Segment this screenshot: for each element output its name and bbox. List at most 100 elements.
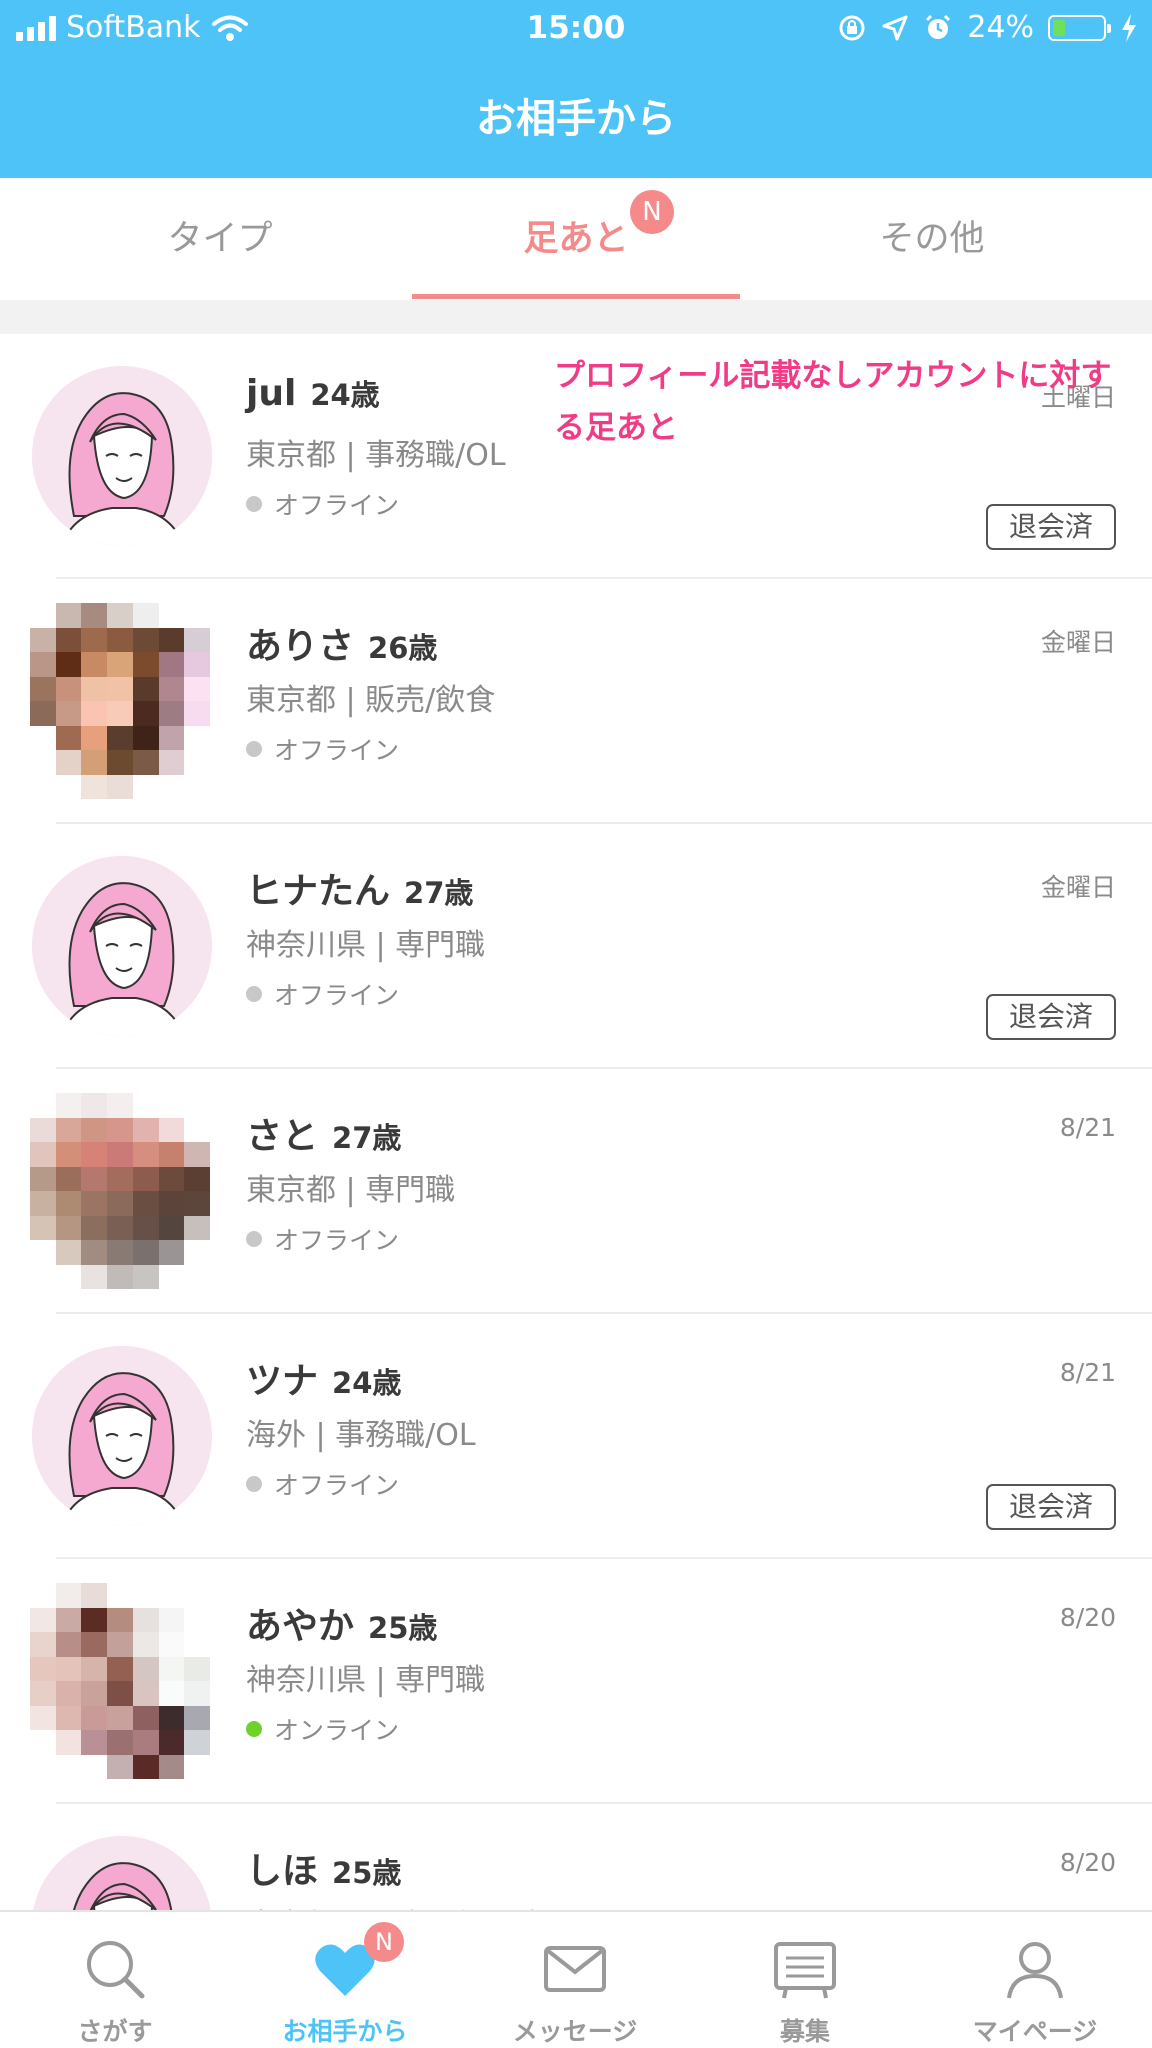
footprint-list[interactable]: jul 24歳 東京都 | 事務職/OL オフライン 土曜日 退会済 ありさ 26歳…	[0, 334, 1152, 1910]
nav-message-label: メッセージ	[512, 2017, 638, 2046]
user-age: 26歳	[368, 631, 438, 665]
footprint-row[interactable]: ツナ 24歳 海外 | 事務職/OL オフライン 8/21 退会済	[0, 1314, 1152, 1559]
search-icon	[87, 1941, 145, 1999]
tab-type[interactable]: タイプ	[40, 178, 400, 300]
user-name: ありさ	[246, 626, 355, 667]
status-label: オフライン	[274, 491, 400, 520]
nav-search[interactable]: さがす	[0, 1912, 230, 2048]
user-name-line: ツナ 24歳	[246, 1352, 401, 1404]
status-label: オフライン	[274, 1471, 400, 1500]
status-dot	[246, 496, 262, 512]
user-age: 24歳	[310, 378, 380, 412]
nav-board[interactable]: 募集	[690, 1912, 920, 2048]
user-name: あやか	[246, 1606, 355, 1647]
user-name-line: さと 27歳	[246, 1107, 401, 1159]
status-label: オフライン	[274, 736, 400, 765]
section-gap	[0, 300, 1152, 334]
status-dot	[246, 741, 262, 757]
nav-new-badge: N	[364, 1922, 404, 1962]
active-tab-indicator	[412, 294, 740, 299]
battery-level	[1053, 19, 1065, 36]
tab-type-label: タイプ	[167, 219, 273, 259]
default-avatar-illustration	[32, 366, 212, 546]
user-age: 25歳	[332, 1856, 402, 1890]
nav-mypage-label: マイページ	[972, 2017, 1098, 2046]
footprint-row[interactable]: ありさ 26歳 東京都 | 販売/飲食 オフライン 金曜日	[0, 579, 1152, 824]
user-name: ツナ	[246, 1361, 319, 1402]
visit-date: 8/21	[1059, 1358, 1116, 1387]
tab-bar: タイプ 足あと N その他	[0, 178, 1152, 300]
user-name: さと	[246, 1116, 319, 1157]
user-location-job: 東京都 | 事務職/OL	[246, 438, 506, 473]
person-icon	[1007, 1942, 1063, 1999]
charging-icon	[1122, 13, 1136, 42]
user-location-job: 神奈川県 | 専門職	[246, 1663, 486, 1698]
visit-date: 8/21	[1059, 1113, 1116, 1142]
status-dot	[246, 1721, 262, 1737]
tab-other[interactable]: その他	[752, 178, 1112, 300]
tab-footprints[interactable]: 足あと N	[396, 178, 756, 300]
user-name-line: しほ 25歳	[246, 1842, 401, 1894]
visit-date: 金曜日	[1040, 873, 1116, 902]
footprint-row[interactable]: しほ 25歳 東京都 | 医療関係/医師 8/20	[0, 1804, 1152, 1910]
mail-icon	[544, 1946, 606, 1992]
nav-mypage[interactable]: マイページ	[920, 1912, 1150, 2048]
bottom-nav: さがす N お相手から メッセージ 募集 マイページ	[0, 1910, 1152, 2048]
online-status: オフライン	[246, 731, 399, 767]
online-status: オフライン	[246, 1221, 399, 1257]
withdrawn-badge: 退会済	[986, 504, 1116, 550]
status-bar: SoftBank 15:00 24%	[0, 0, 1152, 58]
user-name: jul	[246, 373, 297, 414]
tab-new-badge: N	[630, 190, 674, 234]
tab-footprints-label: 足あと	[523, 219, 629, 259]
visit-date: 8/20	[1059, 1603, 1116, 1632]
user-name: しほ	[246, 1851, 319, 1892]
avatar[interactable]	[32, 1346, 212, 1526]
status-dot	[246, 1476, 262, 1492]
footprint-row[interactable]: あやか 25歳 神奈川県 | 専門職 オンライン 8/20	[0, 1559, 1152, 1804]
page-title: お相手から	[476, 96, 676, 142]
avatar[interactable]	[30, 1093, 210, 1289]
online-status: オフライン	[246, 1466, 399, 1502]
default-avatar-illustration	[32, 856, 212, 1036]
user-name-line: ありさ 26歳	[246, 617, 437, 669]
nav-board-label: 募集	[779, 2017, 830, 2046]
alarm-icon	[926, 14, 951, 39]
user-name-line: jul 24歳	[246, 372, 380, 414]
location-icon	[882, 15, 908, 40]
status-right: 24%	[837, 10, 1138, 45]
online-status: オンライン	[246, 1711, 399, 1747]
avatar[interactable]	[30, 603, 210, 799]
board-icon	[774, 1942, 836, 1999]
user-location-job: 東京都 | 販売/飲食	[246, 683, 496, 718]
nav-from-partner[interactable]: N お相手から	[230, 1912, 460, 2048]
annotation-note: プロフィール記載なしアカウントに対する足あと	[554, 358, 1112, 446]
online-status: オフライン	[246, 486, 399, 522]
user-name-line: あやか 25歳	[246, 1597, 437, 1649]
user-location-job: 東京都 | 医療関係/医師	[246, 1900, 555, 1910]
user-location-job: 海外 | 事務職/OL	[246, 1418, 476, 1453]
nav-message[interactable]: メッセージ	[460, 1912, 690, 2048]
battery-icon	[1048, 14, 1111, 41]
nav-search-label: さがす	[77, 2017, 153, 2046]
app-header: SoftBank 15:00 24% お相手から	[0, 0, 1152, 178]
withdrawn-badge: 退会済	[986, 1484, 1116, 1530]
default-avatar-illustration	[32, 1346, 212, 1526]
footprint-row[interactable]: さと 27歳 東京都 | 専門職 オフライン 8/21	[0, 1069, 1152, 1314]
footprint-row[interactable]: ヒナたん 27歳 神奈川県 | 専門職 オフライン 金曜日 退会済	[0, 824, 1152, 1069]
avatar[interactable]	[32, 856, 212, 1036]
avatar[interactable]	[32, 366, 212, 546]
avatar[interactable]	[30, 1583, 210, 1779]
nav-from-partner-label: お相手から	[282, 2017, 408, 2046]
online-status: オフライン	[246, 976, 399, 1012]
user-age: 27歳	[332, 1121, 402, 1155]
user-name-line: ヒナたん 27歳	[246, 862, 473, 914]
visit-date: 8/20	[1059, 1848, 1116, 1877]
status-dot	[246, 1231, 262, 1247]
avatar[interactable]	[32, 1836, 212, 1910]
visit-date: 金曜日	[1040, 628, 1116, 657]
tab-other-label: その他	[879, 219, 985, 259]
user-age: 24歳	[332, 1366, 402, 1400]
default-avatar-illustration	[32, 1836, 212, 1910]
user-location-job: 神奈川県 | 専門職	[246, 928, 486, 963]
